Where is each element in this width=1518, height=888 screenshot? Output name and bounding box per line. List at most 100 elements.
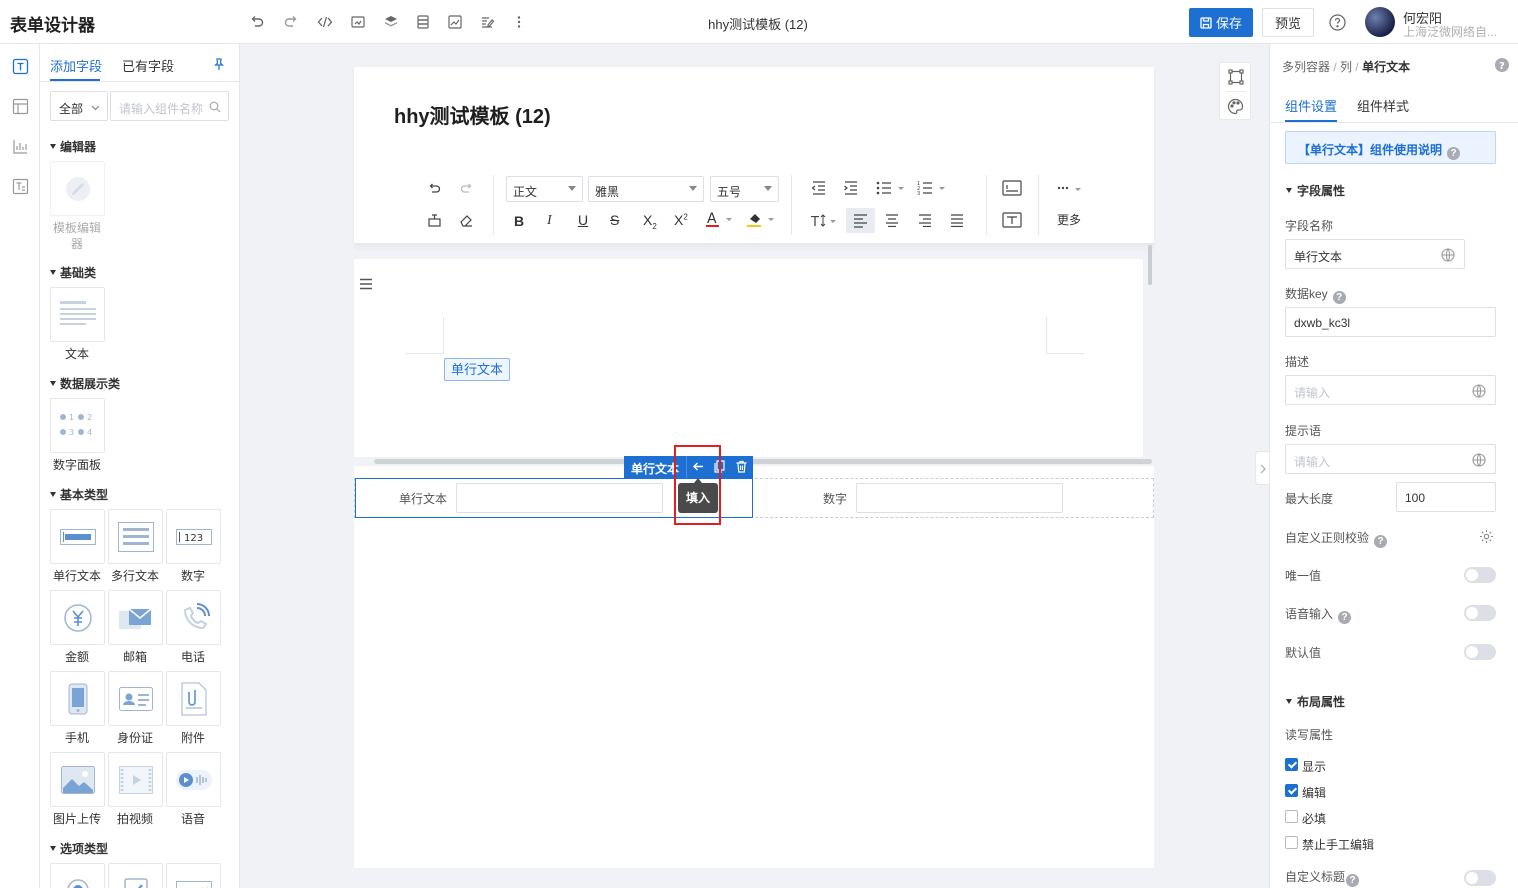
redo-icon[interactable] <box>283 14 299 30</box>
category-editor[interactable]: 编辑器 <box>50 138 96 155</box>
tab-add-field[interactable]: 添加字段 <box>50 56 102 75</box>
unique-value-toggle[interactable] <box>1464 567 1496 583</box>
section-field-properties[interactable]: 字段属性 <box>1286 182 1345 199</box>
text-field-icon[interactable] <box>12 58 29 75</box>
align-left-button[interactable] <box>846 208 875 233</box>
align-right-icon[interactable] <box>918 213 932 227</box>
more-vertical-icon[interactable] <box>511 14 527 30</box>
category-basic-types[interactable]: 基本类型 <box>50 486 108 503</box>
required-checkbox[interactable] <box>1285 810 1298 823</box>
layout-icon[interactable] <box>12 98 29 115</box>
insert-field-icon[interactable] <box>1002 212 1022 228</box>
help-icon[interactable]: ? <box>1332 291 1346 304</box>
edit-checkbox-label[interactable]: 编辑 <box>1302 784 1326 801</box>
font-color-icon[interactable]: A <box>706 211 736 227</box>
horizontal-scrollbar[interactable] <box>374 459 1152 464</box>
tile-number-panel[interactable]: 1 2 3 4 <box>50 398 105 453</box>
no-manual-edit-checkbox-label[interactable]: 禁止手工编辑 <box>1302 836 1374 853</box>
tile-mobile[interactable] <box>50 671 105 726</box>
avatar[interactable] <box>1365 7 1395 37</box>
tile-checkbox[interactable] <box>108 863 163 888</box>
image-settings-icon[interactable] <box>350 14 366 30</box>
tile-radio[interactable] <box>50 863 105 888</box>
form-title[interactable]: hhy测试模板 (12) <box>394 100 551 129</box>
frame-select-icon[interactable] <box>1228 69 1244 85</box>
gear-icon[interactable] <box>1479 529 1494 544</box>
rte-eraser-icon[interactable] <box>459 213 474 228</box>
show-checkbox[interactable] <box>1285 758 1298 771</box>
voice-input-toggle[interactable] <box>1464 605 1496 621</box>
help-icon[interactable]: ? <box>1346 874 1360 887</box>
help-icon[interactable] <box>1329 14 1346 31</box>
tab-component-style[interactable]: 组件样式 <box>1357 96 1409 115</box>
globe-icon[interactable] <box>1472 453 1486 467</box>
edit-doc-icon[interactable] <box>479 14 495 30</box>
preview-button[interactable]: 预览 <box>1262 8 1314 37</box>
align-center-icon[interactable] <box>885 213 899 227</box>
component-search-input[interactable]: 请输入组件名称 <box>110 91 229 121</box>
tab-component-settings[interactable]: 组件设置 <box>1285 96 1337 115</box>
tile-image-upload[interactable] <box>50 752 105 807</box>
paragraph-style-select[interactable]: 正文 <box>506 176 583 202</box>
line-height-icon[interactable]: T <box>811 213 839 228</box>
show-checkbox-label[interactable]: 显示 <box>1302 758 1326 775</box>
italic-icon[interactable]: I <box>547 213 552 229</box>
code-icon[interactable] <box>317 14 333 30</box>
rte-redo-icon[interactable] <box>459 181 474 196</box>
font-family-select[interactable]: 雅黑 <box>588 176 704 202</box>
more-dots-icon[interactable] <box>1057 183 1083 193</box>
rte-undo-icon[interactable] <box>427 181 442 196</box>
statistics-icon[interactable] <box>12 138 29 155</box>
tile-phone[interactable] <box>166 590 221 645</box>
superscript-icon[interactable]: X2 <box>674 212 688 228</box>
breadcrumb-item[interactable]: 列 <box>1340 60 1352 74</box>
tile-email[interactable] <box>108 590 163 645</box>
indent-icon[interactable] <box>843 181 859 195</box>
tile-text[interactable] <box>50 287 105 342</box>
save-button[interactable]: 保存 <box>1189 8 1253 37</box>
tab-existing-field[interactable]: 已有字段 <box>122 56 174 75</box>
tile-number[interactable]: 123 <box>166 509 221 564</box>
highlight-color-icon[interactable] <box>747 211 777 227</box>
numbered-list-icon[interactable]: 123 <box>917 181 947 195</box>
custom-title-toggle[interactable] <box>1464 870 1496 886</box>
breadcrumb-item[interactable]: 多列容器 <box>1282 60 1330 74</box>
help-icon[interactable]: ? <box>1495 58 1509 72</box>
help-icon[interactable]: ? <box>1374 535 1388 548</box>
section-layout-properties[interactable]: 布局属性 <box>1286 693 1345 710</box>
layers-icon[interactable] <box>383 14 399 30</box>
category-option-types[interactable]: 选项类型 <box>50 840 108 857</box>
justify-icon[interactable] <box>950 213 964 227</box>
subscript-icon[interactable]: X2 <box>643 212 657 231</box>
category-filter-select[interactable]: 全部 <box>50 91 108 121</box>
bold-icon[interactable]: B <box>514 213 524 229</box>
tile-single-line-text[interactable] <box>50 509 105 564</box>
hint-input[interactable]: 请输入 <box>1285 444 1496 474</box>
globe-icon[interactable] <box>1472 384 1486 398</box>
trash-icon[interactable] <box>735 460 748 473</box>
underline-icon[interactable]: U <box>578 212 588 228</box>
tile-multi-line-text[interactable] <box>108 509 163 564</box>
category-basic[interactable]: 基础类 <box>50 264 96 281</box>
undo-icon[interactable] <box>249 14 265 30</box>
description-input[interactable]: 请输入 <box>1285 375 1496 405</box>
outdent-icon[interactable] <box>811 181 827 195</box>
field-name-input[interactable]: 单行文本 <box>1285 239 1465 269</box>
rte-format-painter-icon[interactable] <box>427 213 442 228</box>
no-manual-edit-checkbox[interactable] <box>1285 836 1298 849</box>
usage-guide-link[interactable]: 【单行文本】组件使用说明? <box>1285 131 1496 164</box>
text-block-icon[interactable] <box>12 178 29 195</box>
inserted-field-tag[interactable]: 单行文本 <box>444 358 510 381</box>
insert-textbox-icon[interactable] <box>1002 180 1022 196</box>
canvas-scrollbar[interactable] <box>1148 245 1152 285</box>
bullet-list-icon[interactable] <box>876 181 906 195</box>
strikethrough-icon[interactable]: S <box>610 212 619 228</box>
database-icon[interactable] <box>415 14 431 30</box>
tile-template-editor[interactable] <box>50 161 105 216</box>
tile-id-card[interactable] <box>108 671 163 726</box>
palette-icon[interactable] <box>1227 98 1244 115</box>
data-key-input[interactable]: dxwb_kc3l <box>1285 307 1496 337</box>
globe-icon[interactable] <box>1441 248 1455 262</box>
tile-attachment[interactable] <box>166 671 221 726</box>
required-checkbox-label[interactable]: 必填 <box>1302 810 1326 827</box>
